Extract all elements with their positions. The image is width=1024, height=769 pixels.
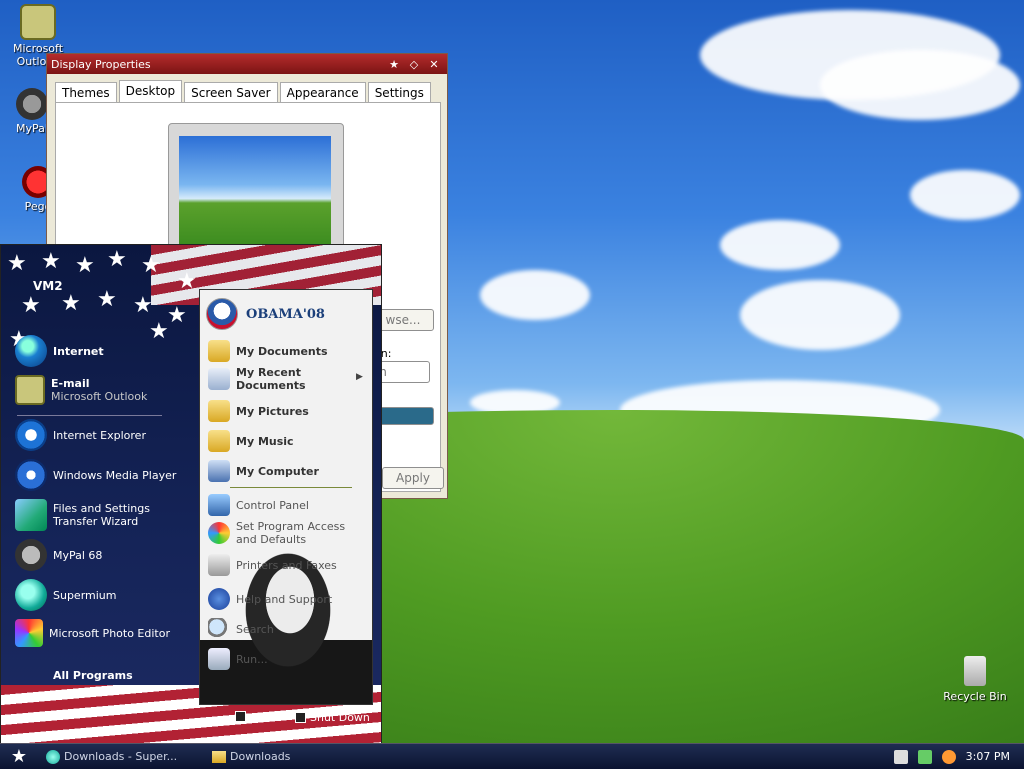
run-icon: [208, 648, 230, 670]
star-icon: ★: [41, 249, 61, 274]
star-icon: ★: [107, 247, 127, 272]
search-icon[interactable]: [941, 749, 956, 764]
star-icon: ★: [149, 319, 169, 344]
program-access-icon: [208, 522, 230, 544]
pinned-item-internet[interactable]: Internet: [15, 335, 104, 367]
task-button-supermium[interactable]: Downloads - Super...: [38, 747, 204, 767]
divider: [230, 487, 352, 488]
raccoon-icon: [15, 539, 47, 571]
search-icon: [208, 618, 230, 640]
star-icon: ★: [389, 57, 399, 71]
shut-down-icon: [295, 712, 306, 723]
recent-item-internet-explorer[interactable]: Internet Explorer: [15, 419, 146, 451]
control-panel-icon: [208, 494, 230, 516]
tab-screen-saver[interactable]: Screen Saver: [184, 82, 278, 103]
recent-item-supermium[interactable]: Supermium: [15, 579, 117, 611]
places-item-my-documents[interactable]: My Documents: [208, 340, 328, 362]
recent-docs-icon: [208, 368, 230, 390]
ie-icon: [15, 419, 47, 451]
globe-icon: [15, 335, 47, 367]
network-icon[interactable]: [917, 749, 932, 764]
log-off-icon: [235, 711, 246, 722]
media-player-icon: [15, 459, 47, 491]
photo-editor-icon: [15, 619, 43, 647]
places-item-program-access[interactable]: Set Program Access and Defaults: [208, 520, 356, 546]
transfer-wizard-icon: [15, 499, 47, 531]
music-icon: [208, 430, 230, 452]
system-tray: 3:07 PM: [893, 749, 1024, 764]
taskbar: ★ Downloads - Super... Downloads 3:07 PM: [0, 743, 1024, 769]
printer-icon: [208, 554, 230, 576]
star-icon: ★: [21, 293, 41, 318]
help-icon: [208, 588, 230, 610]
places-item-my-recent-documents[interactable]: My Recent Documents ▶: [208, 366, 363, 392]
divider: [17, 415, 162, 416]
star-icon: ★: [141, 253, 161, 278]
places-item-my-pictures[interactable]: My Pictures: [208, 400, 309, 422]
star-icon: ★: [177, 269, 197, 294]
star-icon: ★: [133, 293, 153, 318]
tab-desktop[interactable]: Desktop: [118, 80, 183, 103]
tab-settings[interactable]: Settings: [367, 82, 431, 103]
log-off-button[interactable]: [235, 711, 246, 722]
tab-themes[interactable]: Themes: [55, 82, 117, 103]
places-item-my-computer[interactable]: My Computer: [208, 460, 319, 482]
star-icon: ★: [10, 746, 28, 767]
places-item-search[interactable]: Search: [208, 618, 274, 640]
star-icon: ★: [61, 291, 81, 316]
tab-appearance[interactable]: Appearance: [279, 82, 366, 103]
outlook-icon: [15, 375, 45, 405]
computer-icon: [208, 460, 230, 482]
recent-item-media-player[interactable]: Windows Media Player: [15, 459, 176, 491]
keyboard-icon[interactable]: [893, 749, 908, 764]
places-item-printers[interactable]: Printers and Faxes: [208, 554, 337, 576]
close-icon[interactable]: ✕: [427, 57, 441, 71]
supermium-icon: [46, 749, 60, 764]
star-icon: ★: [97, 287, 117, 312]
apply-button[interactable]: Apply: [382, 467, 444, 489]
places-item-help[interactable]: Help and Support: [208, 588, 332, 610]
places-item-run[interactable]: Run...: [208, 648, 268, 670]
window-titlebar[interactable]: Display Properties ★ ◇ ✕: [47, 54, 447, 74]
start-button[interactable]: ★: [0, 744, 38, 769]
desktop-icon-recycle-bin[interactable]: Recycle Bin: [940, 656, 1010, 703]
start-menu-right-pane: OBAMA'08 My Documents My Recent Document…: [199, 289, 373, 705]
star-icon: ★: [167, 303, 187, 328]
all-programs-button[interactable]: All Programs: [53, 669, 133, 682]
clock[interactable]: 3:07 PM: [966, 750, 1010, 763]
user-name: VM2: [33, 279, 63, 293]
obama-logo-icon: [206, 298, 238, 330]
obama-logo: OBAMA'08: [206, 298, 325, 330]
monitor-preview: [168, 123, 344, 255]
pinned-item-email[interactable]: E-mail Microsoft Outlook: [15, 375, 147, 405]
start-menu: ★ ★ ★ ★ ★ ★ ★ ★ ★ ★ ★ ★ ★ VM2 Internet E…: [0, 244, 382, 746]
tab-bar: Themes Desktop Screen Saver Appearance S…: [47, 74, 447, 103]
raccoon-icon: [16, 88, 48, 120]
pictures-icon: [208, 400, 230, 422]
supermium-icon: [15, 579, 47, 611]
recent-item-transfer-wizard[interactable]: Files and Settings Transfer Wizard: [15, 499, 153, 531]
recycle-bin-icon: [964, 656, 986, 686]
star-icon: ★: [75, 253, 95, 278]
places-item-control-panel[interactable]: Control Panel: [208, 494, 309, 516]
shut-down-button[interactable]: Shut Down: [295, 711, 370, 724]
window-title: Display Properties: [51, 57, 151, 71]
outlook-icon: [20, 4, 56, 40]
places-item-my-music[interactable]: My Music: [208, 430, 294, 452]
task-button-downloads[interactable]: Downloads: [204, 747, 370, 767]
restore-icon[interactable]: ◇: [407, 57, 421, 71]
recent-item-photo-editor[interactable]: Microsoft Photo Editor: [15, 619, 170, 647]
folder-icon: [212, 750, 226, 763]
star-icon: ★: [7, 251, 27, 276]
folder-icon: [208, 340, 230, 362]
recent-item-mypal[interactable]: MyPal 68: [15, 539, 102, 571]
